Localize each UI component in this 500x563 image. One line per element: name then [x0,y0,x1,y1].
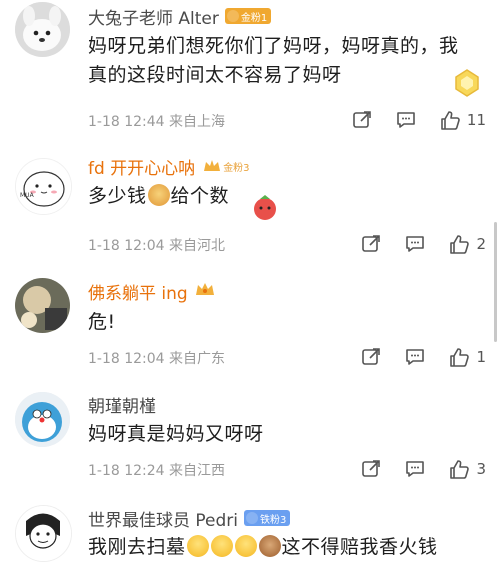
comment-text-part: 给个数 [170,185,230,207]
comment-icon [406,349,425,365]
sticker-icon [250,192,280,226]
comment-text-part: 多少钱 [88,185,147,207]
username[interactable]: 朝瑾朝槿 [88,392,156,417]
comment-item: 世界最佳球员 Pedri 铁粉3 我刚去扫墓 这不得赔我香火钱 [0,505,500,563]
badge-label: 金粉1 [240,12,268,24]
like-icon [450,459,470,479]
share-icon [362,235,381,252]
comment-meta: 1-18 12:24 来自江西 [88,463,226,479]
like-icon [450,234,470,254]
like-count: 2 [476,235,486,253]
share-button[interactable] [361,459,381,479]
fan-badge[interactable]: 金粉1 [224,8,272,24]
gold-fan-icon [226,10,239,22]
avatar[interactable]: MUA [15,158,72,215]
comment-text-part: 这不得赔我香火钱 [281,536,438,558]
share-button[interactable] [352,110,372,130]
reply-button[interactable] [405,347,425,367]
share-icon [362,460,381,477]
like-icon [450,347,470,367]
reply-button[interactable] [396,110,416,130]
crown-icon [204,160,221,171]
laugh-emoji [210,535,233,557]
svg-text:MUA: MUA [20,192,35,199]
username[interactable]: 佛系躺平 ing [88,279,188,304]
fan-badge[interactable]: 铁粉3 [244,510,291,526]
like-button[interactable]: 3 [449,459,486,480]
share-button[interactable] [361,347,381,367]
username[interactable]: 大兔子老师 Alter [88,4,219,29]
iron-fan-icon [246,512,259,524]
comment-item: 朝瑾朝槿 妈呀真是妈妈又呀呀 1-18 12:24 来自江西 3 [0,390,500,490]
fan-badge[interactable]: 金粉3 [201,158,253,174]
username[interactable]: 世界最佳球员 Pedri [88,506,238,531]
reply-button[interactable] [405,459,425,479]
comment-text: 我刚去扫墓 这不得赔我香火钱 [88,533,480,562]
like-count: 3 [476,460,486,478]
laugh-emoji [186,535,209,557]
comment-text: 妈呀真是妈妈又呀呀 [88,423,264,445]
laugh-emoji [234,535,257,557]
comment-icon [397,112,415,128]
sticker-icon [452,68,482,102]
share-icon [362,348,381,365]
like-icon [441,110,460,130]
monkey-emoji [258,535,281,557]
comment-text: 危! [88,311,116,333]
like-count: 1 [476,348,486,366]
badge-label: 铁粉3 [260,514,287,526]
username[interactable]: fd 开开心心呐 [88,154,195,179]
comment-meta: 1-18 12:04 来自广东 [88,351,226,367]
comment-item: 佛系躺平 ing 危! 1-18 12:04 来自广东 1 [0,278,500,378]
share-button[interactable] [361,234,381,254]
avatar[interactable] [15,392,70,447]
badge-label: 金粉3 [223,162,250,174]
comment-icon [406,236,425,252]
comment-meta: 1-18 12:04 来自河北 [88,238,226,254]
comment-text: 妈呀兄弟们想死你们了妈呀，妈呀真的，我真的这段时间太不容易了妈呀 [88,35,459,86]
comment-icon [406,461,425,477]
avatar[interactable] [15,505,72,562]
avatar[interactable] [15,278,70,333]
scrollbar[interactable] [494,222,497,342]
like-count: 11 [466,111,486,129]
share-icon [353,111,371,128]
doge-emoji [147,184,170,206]
like-button[interactable]: 2 [449,234,486,255]
crown-icon[interactable] [194,281,216,301]
reply-button[interactable] [405,234,425,254]
comment-text-part: 我刚去扫墓 [88,536,186,558]
like-button[interactable]: 11 [440,110,486,131]
comment-item: MUA fd 开开心心呐 金粉3 多少钱 给个数 1-18 12:04 来自河北 … [0,150,500,265]
avatar[interactable] [15,2,70,57]
comment-item: 大兔子老师 Alter 金粉1 妈呀兄弟们想死你们了妈呀，妈呀真的，我真的这段时… [0,0,500,140]
like-button[interactable]: 1 [449,347,486,368]
comment-meta: 1-18 12:44 来自上海 [88,114,226,130]
